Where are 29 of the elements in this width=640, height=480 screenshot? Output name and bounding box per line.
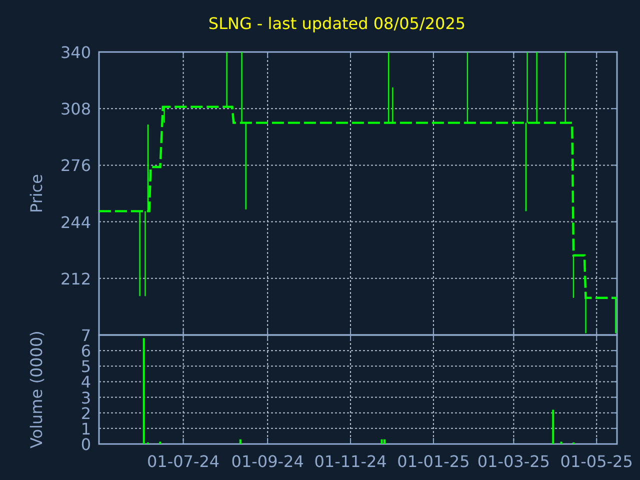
- axis-label: 340: [60, 43, 91, 62]
- axis-title: Volume (0000): [27, 330, 46, 448]
- axis-label: 212: [60, 269, 91, 288]
- axis-label: 276: [60, 156, 91, 176]
- volume-bar: [560, 442, 562, 444]
- price-range-line: [466, 52, 468, 123]
- axis-label: 01-09-24: [231, 452, 304, 471]
- axis-label: 01-07-24: [146, 452, 220, 471]
- chart-title: SLNG - last updated 08/05/2025: [207, 13, 467, 35]
- axis-label: 01-11-24: [314, 452, 387, 471]
- axis-label: 244: [60, 212, 91, 232]
- price-range-line: [388, 52, 390, 123]
- price-range-line: [226, 52, 228, 107]
- volume-bar: [552, 410, 554, 444]
- axis-label: 308: [60, 100, 91, 119]
- axis-label: 01-05-25: [560, 452, 633, 471]
- price-range-line: [164, 106, 165, 123]
- price-range-line: [392, 87, 394, 123]
- volume-bar: [159, 442, 162, 444]
- price-range-line: [615, 298, 616, 334]
- price-range-line: [564, 52, 566, 123]
- price-range-line: [572, 255, 574, 298]
- axis-label: 01-03-25: [477, 452, 550, 471]
- price-range-line: [241, 52, 242, 123]
- price-range-line: [585, 298, 586, 334]
- axis-label: 01-01-25: [397, 452, 470, 471]
- price-range-line: [536, 52, 538, 123]
- volume-bar: [239, 439, 242, 444]
- axis-title: Price: [27, 174, 46, 214]
